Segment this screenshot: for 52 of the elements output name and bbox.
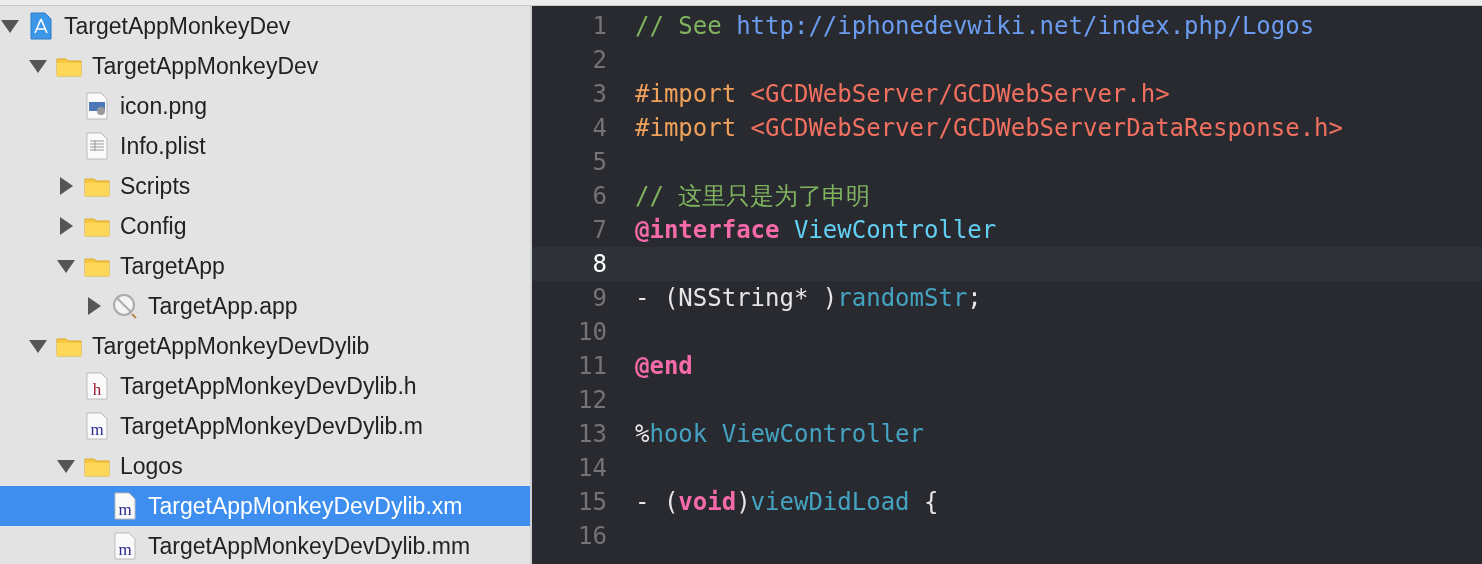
project-file-icon	[28, 12, 54, 40]
code-line: // See http://iphonedevwiki.net/index.php/Logos	[635, 12, 1315, 40]
line-number: 2	[591, 46, 607, 74]
line-number: 11	[577, 352, 607, 380]
line-number: 1	[591, 12, 607, 40]
line-number: 3	[591, 80, 607, 108]
code-line: %hook ViewController	[635, 420, 924, 448]
disclosure-triangle-icon[interactable]	[28, 57, 48, 75]
line-number: 13	[577, 420, 607, 448]
source-file-icon: m	[84, 412, 110, 440]
navigator-item[interactable]: h TargetAppMonkeyDevDylib.h	[0, 366, 530, 406]
line-number: 6	[591, 182, 607, 210]
navigator-item[interactable]: m TargetAppMonkeyDevDylib.m	[0, 406, 530, 446]
line-number: 15	[577, 488, 607, 516]
line-number: 8	[591, 250, 607, 278]
navigator-item[interactable]: Info.plist	[0, 126, 530, 166]
navigator-item[interactable]: TargetAppMonkeyDev	[0, 6, 530, 46]
navigator-item[interactable]: Logos	[0, 446, 530, 486]
code-line: // 这里只是为了申明	[635, 181, 871, 212]
source-file-icon: h	[84, 372, 110, 400]
code-line: - (NSString* )randomStr;	[635, 284, 982, 312]
navigator-item[interactable]: TargetAppMonkeyDev	[0, 46, 530, 86]
code-line: #import <GCDWebServer/GCDWebServer.h>	[635, 80, 1170, 108]
list-file-icon	[84, 132, 110, 160]
line-number: 4	[591, 114, 607, 142]
source-file-icon: m	[112, 532, 138, 560]
navigator-item[interactable]: Config	[0, 206, 530, 246]
disclosure-triangle-icon[interactable]	[56, 257, 76, 275]
line-number: 14	[577, 454, 607, 482]
line-number: 12	[577, 386, 607, 414]
navigator-item[interactable]: Scripts	[0, 166, 530, 206]
navigator-item[interactable]: TargetApp	[0, 246, 530, 286]
prohibited-app-icon	[112, 292, 138, 320]
line-number: 5	[591, 148, 607, 176]
line-number: 10	[577, 318, 607, 346]
code-line: @end	[635, 352, 693, 380]
navigator-item[interactable]: TargetAppMonkeyDevDylib	[0, 326, 530, 366]
line-number: 7	[591, 216, 607, 244]
navigator-item[interactable]: icon.png	[0, 86, 530, 126]
code-line: - (void)viewDidLoad {	[635, 488, 939, 516]
navigator-item[interactable]: m TargetAppMonkeyDevDylib.mm	[0, 526, 530, 564]
disclosure-triangle-icon[interactable]	[28, 337, 48, 355]
disclosure-triangle-icon[interactable]	[0, 17, 20, 35]
line-number: 16	[577, 522, 607, 550]
image-file-icon	[84, 92, 110, 120]
navigator-item[interactable]: TargetApp.app	[0, 286, 530, 326]
line-number: 9	[591, 284, 607, 312]
navigator-item[interactable]: m TargetAppMonkeyDevDylib.xm	[0, 486, 530, 526]
code-line: @interface ViewController	[635, 216, 997, 244]
code-line: #import <GCDWebServer/GCDWebServerDataResponse.h>	[635, 114, 1343, 142]
disclosure-triangle-icon[interactable]	[56, 457, 76, 475]
source-file-icon: m	[112, 492, 138, 520]
